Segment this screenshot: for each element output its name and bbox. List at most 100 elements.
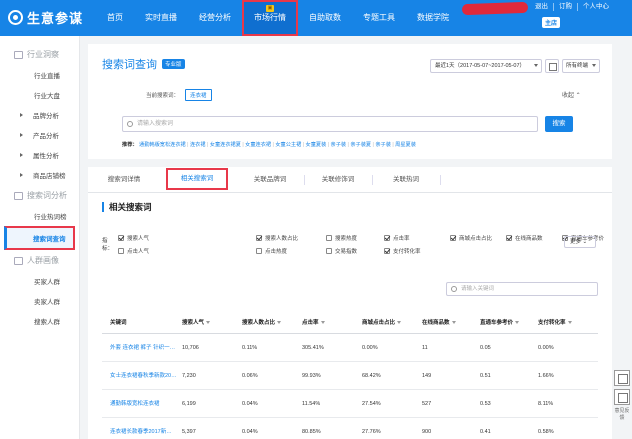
metric-checkbox[interactable]: 支付转化率 [384,247,421,255]
sort-icon[interactable] [451,321,456,325]
current-term-chip[interactable]: 连衣裙 [185,89,212,101]
tab-hot-terms[interactable]: 关联热词 [372,167,440,192]
metric-checkbox[interactable]: 搜索人气 [118,234,149,242]
recommended-term-link[interactable]: 女童公主裙 [275,142,301,148]
metric-checkbox[interactable]: 点击率 [384,234,410,242]
column-header[interactable]: 搜索人气 [182,312,211,334]
nav-data-academy[interactable]: 数据学院 [406,0,460,36]
terminal-select[interactable]: 所有终端 [562,59,600,73]
top-navigation-bar: 生意参谋 首页 实时直播 经营分析 ▣ 市场行情 自助取数 专题工具 数据学院 退… [0,0,632,36]
sidebar-item-goods-shop-rank[interactable]: 商品店铺榜 [0,165,79,185]
metric-checkbox[interactable]: 搜索热度 [326,234,357,242]
more-metrics-button[interactable]: 更多 ⌄ [564,236,596,248]
personal-center-link[interactable]: 个人中心 [578,3,614,11]
sidebar-item-industry-live[interactable]: 行业直播 [0,65,79,85]
metric-checkbox[interactable]: 商城点击占比 [450,234,492,242]
sort-icon[interactable] [397,321,402,325]
sidebar-item-label: 属性分析 [33,153,59,160]
shop-badge: 主店 [542,17,561,28]
tab-term-detail[interactable]: 搜索词详情 [88,167,160,192]
keyword-link[interactable]: 女士连衣裙春秋季新款20… [110,362,180,390]
column-header[interactable]: 商城点击占比 [362,312,402,334]
sort-icon[interactable] [567,321,572,325]
sidebar-item-buyers[interactable]: 买家人群 [0,271,79,291]
logout-link[interactable]: 退出 [530,3,554,11]
recommended-term-link[interactable]: 女童连衣裙夏 [210,142,241,148]
column-header[interactable]: 点击率 [302,312,325,334]
terminal-value: 所有终端 [566,63,589,69]
nav-market[interactable]: ▣ 市场行情 [242,0,298,36]
new-badge-icon: ▣ [266,5,274,12]
sidebar-item-industry-overview[interactable]: 行业大盘 [0,85,79,105]
recommended-term-link[interactable]: 亲子装夏 [350,142,371,148]
sidebar-item-searchers[interactable]: 搜索人群 [0,311,79,331]
metric-name: 点击热度 [265,249,288,255]
tab-brand-terms[interactable]: 关联品牌词 [236,167,304,192]
metric-checkbox[interactable]: 搜索人数占比 [256,234,298,242]
keyword-link[interactable]: 连衣裙长款春季2017新… [110,418,180,439]
metric-name: 商城点击占比 [459,236,493,242]
metric-checkbox[interactable]: 交易指数 [326,247,357,255]
sort-icon[interactable] [320,321,325,325]
metric-checkbox[interactable]: 点击人气 [118,247,149,255]
sort-icon[interactable] [515,321,520,325]
keyword-filter-input[interactable]: 请输入关键词 [446,282,598,296]
recommended-term-link[interactable]: 女童连衣裙 [245,142,271,148]
nav-self-service-data[interactable]: 自助取数 [298,0,352,36]
feedback-icon[interactable] [614,389,630,405]
subscribe-link[interactable]: 订购 [554,3,578,11]
caret-right-icon [20,113,23,117]
nav-special-tools[interactable]: 专题工具 [352,0,406,36]
sort-icon[interactable] [206,321,211,325]
column-header[interactable]: 直通车参考价 [480,312,520,334]
recommended-term-link[interactable]: 亲子装 [375,142,391,148]
table-row[interactable]: 通勤韩版宽松连衣裙 6,199 0.04% 11.54% 27.54% 527 0.53 8.… [102,390,598,418]
sidebar-item-brand-analysis[interactable]: 品牌分析 [0,105,79,125]
sort-icon[interactable] [277,321,282,325]
recommended-term-link[interactable]: 亲子装 [331,142,347,148]
collapse-toggle[interactable]: 收起 ⌃ [562,90,581,99]
keyword-link[interactable]: 外套 连衣裙 裤子 针织一… [110,334,180,362]
tab-related-terms[interactable]: 相关搜索词 [166,168,228,190]
table-row[interactable]: 外套 连衣裙 裤子 针织一… 10,706 0.11% 305.41% 0.00% 11 0… [102,334,598,362]
column-header[interactable]: 在线商品数 [422,312,456,334]
table-cell: 68.42% [362,373,381,379]
edition-badge: 专业版 [162,59,185,69]
nav-business-analysis[interactable]: 经营分析 [188,0,242,36]
sidebar-item-search-query[interactable]: 搜索词查询 [4,226,75,250]
search-icon [451,286,457,292]
metric-checkbox[interactable]: 点击热度 [256,247,287,255]
column-header-label: 直通车参考价 [480,320,514,326]
metric-checkbox[interactable]: 在线商品数 [506,234,543,242]
date-range-select[interactable]: 最近1天（2017-05-07~2017-05-07） [430,59,542,73]
checkbox-checked-icon [384,248,390,254]
metric-name: 在线商品数 [515,236,543,242]
sidebar-item-sellers[interactable]: 卖家人群 [0,291,79,311]
sidebar-group-label: 搜索词分析 [27,191,67,200]
keyword-filter-placeholder: 请输入关键词 [461,286,495,292]
table-row[interactable]: 连衣裙长款春季2017新… 5,397 0.04% 80.85% 27.76% 900 0.… [102,418,598,439]
column-header[interactable]: 支付转化率 [538,312,572,334]
sidebar-item-hot-words[interactable]: 行业热词榜 [0,206,79,226]
keyword-link[interactable]: 通勤韩版宽松连衣裙 [110,390,180,418]
search-input[interactable]: 请输入搜索词 [122,116,538,132]
nav-live[interactable]: 实时直播 [134,0,188,36]
recommended-term-link[interactable]: 女童夏装 [306,142,327,148]
recommend-label: 推荐： [122,142,138,148]
qrcode-icon[interactable] [614,370,630,386]
checkbox-unchecked-icon [256,248,262,254]
column-header[interactable]: 搜索人数占比 [242,312,282,334]
recommended-term-link[interactable]: 连衣裙 [190,142,206,148]
recommended-term-link[interactable]: 通勤韩版宽松连衣裙 [139,142,186,148]
table-cell: 99.93% [302,373,321,379]
calendar-icon[interactable] [545,59,559,73]
sidebar-item-product-analysis[interactable]: 产品分析 [0,125,79,145]
brand-logo[interactable]: 生意参谋 [8,8,83,27]
sidebar-item-attribute-analysis[interactable]: 属性分析 [0,145,79,165]
recommended-term-link[interactable]: 周星夏装 [395,142,416,148]
tab-modifier-terms[interactable]: 关联修饰词 [304,167,372,192]
table-row[interactable]: 女士连衣裙春秋季新款20… 7,230 0.06% 99.93% 68.42% 149 0.… [102,362,598,390]
search-button[interactable]: 搜索 [545,116,573,132]
checkbox-unchecked-icon [326,248,332,254]
nav-home[interactable]: 首页 [96,0,134,36]
